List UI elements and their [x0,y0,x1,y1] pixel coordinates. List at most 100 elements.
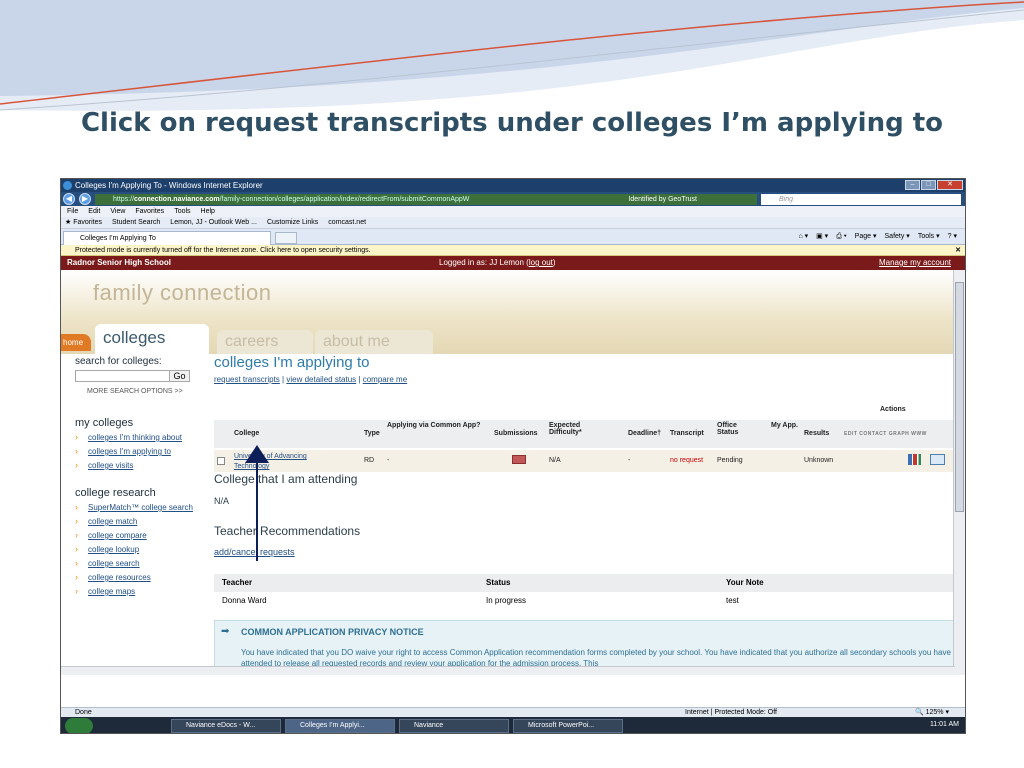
sidebar-item-applying-to[interactable]: › colleges I'm applying to [75,446,209,457]
action-links: request transcripts | view detailed stat… [214,375,408,384]
logout-link[interactable]: log out [529,258,553,267]
back-icon[interactable]: ◀ [63,193,75,205]
my-colleges-heading: my colleges [75,417,134,429]
view-detailed-status-link[interactable]: view detailed status [286,375,356,384]
address-field[interactable]: https://connection.naviance.com/family-c… [95,193,757,205]
ie-icon [63,181,72,190]
tab-colleges[interactable]: colleges [95,324,209,354]
manage-account-link[interactable]: Manage my account [879,256,951,270]
start-button[interactable] [65,718,93,733]
www-icon[interactable] [930,454,945,465]
command-bar: ⌂ ▾ ▣ ▾ ⎙ ▾ Page ▾ Safety ▾ Tools ▾ ? ▾ [798,231,957,243]
menu-view[interactable]: View [110,206,125,217]
maximize-button[interactable]: □ [921,180,936,190]
login-status: Logged in as: JJ Lemon (log out) [439,258,556,267]
new-tab-button[interactable] [275,232,297,244]
tab-about-me[interactable]: about me [315,330,433,354]
row-checkbox[interactable] [217,457,225,465]
page-heading: colleges I'm applying to [214,354,370,371]
tab-careers[interactable]: careers [217,330,313,354]
envelope-icon[interactable] [512,455,526,464]
sidebar-item-college-lookup[interactable]: › college lookup [75,544,209,555]
col-status: Status [486,578,511,587]
fav-student-search[interactable]: Student Search [112,217,160,228]
menu-file[interactable]: File [67,206,78,217]
menu-favorites[interactable]: Favorites [135,206,164,217]
fav-comcast[interactable]: comcast.net [328,217,366,228]
more-search-options-link[interactable]: MORE SEARCH OPTIONS >> [87,388,209,395]
page-menu[interactable]: Page ▾ [855,231,877,243]
forward-icon[interactable]: ▶ [79,193,91,205]
address-bar-row: ◀ ▶ https://connection.naviance.com/fami… [61,192,965,206]
applications-table-header: College Type Applying via Common App? Su… [214,420,954,448]
close-icon[interactable]: ✕ [955,245,961,256]
search-heading: search for colleges: [75,356,162,367]
cell-status: In progress [486,596,527,605]
protected-mode-bar[interactable]: Protected mode is currently turned off f… [61,245,965,256]
sidebar-item-college-search[interactable]: › college search [75,558,209,569]
clock[interactable]: 11:01 AM [930,721,959,728]
col-office-status: Office Status [717,422,739,436]
menu-tools[interactable]: Tools [174,206,190,217]
chevron-right-icon: › [75,460,78,470]
graph-icon[interactable] [908,454,921,465]
sidebar-item-college-maps[interactable]: › college maps [75,586,209,597]
col-college[interactable]: College [234,430,259,437]
feeds-icon[interactable]: ▣ ▾ [816,231,828,243]
taskbar-item-naviance[interactable]: Naviance [399,719,509,733]
fav-customize-links[interactable]: Customize Links [267,217,318,228]
window-titlebar: Colleges I'm Applying To - Windows Inter… [61,179,965,192]
sidebar-item-college-resources[interactable]: › college resources [75,572,209,583]
compare-me-link[interactable]: compare me [363,375,407,384]
attending-value: N/A [214,496,230,506]
college-research-heading: college research [75,487,156,499]
favorites-button[interactable]: ★ Favorites [65,217,102,228]
minimize-button[interactable]: – [905,180,920,190]
go-button[interactable]: Go [170,370,190,382]
identity-badge[interactable]: Identified by GeoTrust [628,193,697,205]
add-cancel-requests-link[interactable]: add/cancel requests [214,547,295,557]
menu-help[interactable]: Help [201,206,215,217]
chevron-right-icon: › [75,586,78,596]
close-button[interactable]: ✕ [937,180,963,190]
window-title: Colleges I'm Applying To - Windows Inter… [75,181,263,190]
taskbar-item-edocs[interactable]: Naviance eDocs - W... [171,719,281,733]
attending-heading: College that I am attending [214,472,358,486]
tools-menu[interactable]: Tools ▾ [918,231,940,243]
school-name: Radnor Senior High School [67,258,172,267]
scrollbar-thumb[interactable] [955,282,964,512]
chevron-right-icon: › [75,558,78,568]
teacher-rec-heading: Teacher Recommendations [214,524,361,538]
home-icon[interactable]: ⌂ ▾ [798,231,808,243]
sidebar-item-college-visits[interactable]: › college visits [75,460,209,471]
vertical-scrollbar[interactable] [953,270,965,675]
sidebar-item-college-compare[interactable]: › college compare [75,530,209,541]
main-content: colleges I'm applying to request transcr… [214,354,954,675]
taskbar: Naviance eDocs - W... Colleges I'm Apply… [61,717,965,733]
sidebar-item-supermatch[interactable]: › SuperMatch™ college search [75,502,209,513]
horizontal-scrollbar[interactable] [61,666,955,675]
fav-outlook[interactable]: Lemon, JJ - Outlook Web ... [170,217,257,228]
safety-menu[interactable]: Safety ▾ [885,231,910,243]
search-input[interactable]: Bing [761,193,961,205]
tab-home[interactable]: home [61,334,91,351]
sidebar-item-college-match[interactable]: › college match [75,516,209,527]
browser-tab-active[interactable]: Colleges I'm Applying To [63,231,271,245]
menu-bar: File Edit View Favorites Tools Help [61,206,965,217]
cell-office-status: Pending [717,457,743,464]
pointer-arrow [256,453,258,561]
status-text: Done [75,709,92,716]
help-icon[interactable]: ? ▾ [948,231,957,243]
cell-via-common-app: - [387,457,390,464]
taskbar-item-powerpoint[interactable]: Microsoft PowerPoi... [513,719,623,733]
school-bar: Radnor Senior High School Logged in as: … [61,256,965,270]
print-icon[interactable]: ⎙ ▾ [836,231,847,243]
sidebar-item-thinking-about[interactable]: › colleges I'm thinking about [75,432,209,443]
taskbar-item-colleges[interactable]: Colleges I'm Applyi... [285,719,395,733]
request-transcripts-link[interactable]: request transcripts [214,375,280,384]
tab-bar: Colleges I'm Applying To ⌂ ▾ ▣ ▾ ⎙ ▾ Pag… [61,229,965,245]
menu-edit[interactable]: Edit [88,206,100,217]
college-search-input[interactable] [75,370,170,382]
notice-heading: COMMON APPLICATION PRIVACY NOTICE [241,627,424,637]
arrow-right-icon: ➡ [221,626,230,637]
